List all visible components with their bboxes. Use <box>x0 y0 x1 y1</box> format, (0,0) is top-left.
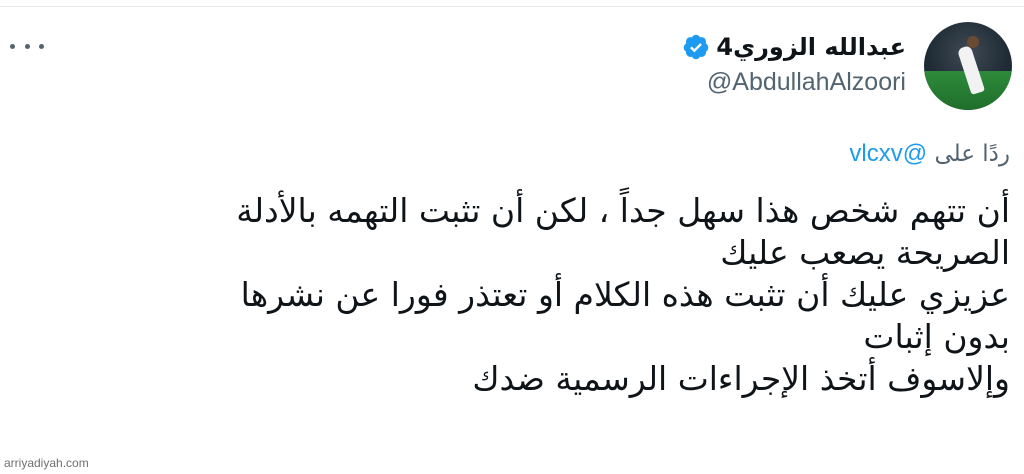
avatar[interactable] <box>924 22 1012 110</box>
tweet-line: عزيزي عليك أن تثبت هذه الكلام أو تعتذر ف… <box>240 275 1010 314</box>
tweet-text: أن تتهم شخص هذا سهل جداً ، لكن أن تثبت ا… <box>10 190 1010 400</box>
tweet-line: الصريحة يصعب عليك <box>720 233 1010 272</box>
tweet-line: أن تتهم شخص هذا سهل جداً ، لكن أن تثبت ا… <box>236 191 1010 230</box>
reply-prefix: ردًا على <box>934 141 1010 167</box>
more-icon[interactable] <box>10 38 44 54</box>
more-dot <box>10 43 15 49</box>
reply-mention-link[interactable]: @vlcxv <box>849 140 927 167</box>
more-dot <box>39 43 44 49</box>
verified-badge-icon <box>684 34 709 60</box>
watermark: arriyadiyah.com <box>4 456 89 470</box>
user-handle[interactable]: @AbdullahAlzoori <box>682 68 906 97</box>
tweet-line: بدون إثبات <box>863 317 1010 356</box>
reply-context: ردًا على @vlcxv <box>849 140 1010 168</box>
user-info: عبدالله الزوري4 @AbdullahAlzoori <box>682 28 906 97</box>
name-row: عبدالله الزوري4 <box>682 28 906 66</box>
more-dot <box>24 43 30 49</box>
tweet-card: عبدالله الزوري4 @AbdullahAlzoori ردًا عل… <box>0 0 1024 474</box>
tweet-line: وإلاسوف أتخذ الإجراءات الرسمية ضدك <box>472 359 1010 398</box>
display-name[interactable]: عبدالله الزوري4 <box>716 33 906 61</box>
divider <box>0 0 1024 7</box>
